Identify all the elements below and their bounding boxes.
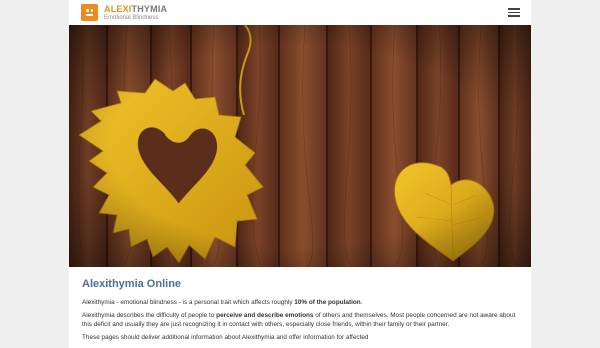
description-text: Alexithymia describes the difficulty of … <box>82 312 217 319</box>
logo-subtitle: Emotional Blindness <box>104 14 159 21</box>
hero-image <box>69 25 531 267</box>
hamburger-menu-icon[interactable] <box>508 7 520 17</box>
intro-text: Alexithymia - emotional blindness - is a… <box>82 299 295 306</box>
intro-paragraph: Alexithymia - emotional blindness - is a… <box>82 298 522 307</box>
logo-title: ALEXITHYMIA <box>104 3 168 14</box>
description-paragraph: Alexithymia describes the difficulty of … <box>82 311 522 329</box>
page-title: Alexithymia Online <box>82 278 182 290</box>
info-paragraph: These pages should deliver additional in… <box>82 334 369 341</box>
intro-bold: 10% of the population <box>294 299 361 306</box>
main-content: Alexithymia Online Alexithymia - emotion… <box>82 278 522 346</box>
logo-title-part1: ALEXI <box>104 3 132 14</box>
wood-heart-leaves-illustration <box>69 25 531 267</box>
logo-text: ALEXITHYMIA Emotional Blindness <box>104 3 168 21</box>
page: ALEXITHYMIA Emotional Blindness Alexithy… <box>69 0 531 348</box>
intro-text-end: . <box>360 299 363 306</box>
site-logo[interactable]: ALEXITHYMIA Emotional Blindness <box>81 4 167 21</box>
logo-face-icon <box>81 4 98 21</box>
site-header: ALEXITHYMIA Emotional Blindness <box>69 0 531 25</box>
description-bold: perceive and describe emotions <box>216 312 314 319</box>
logo-title-part2: THYMIA <box>131 3 168 14</box>
